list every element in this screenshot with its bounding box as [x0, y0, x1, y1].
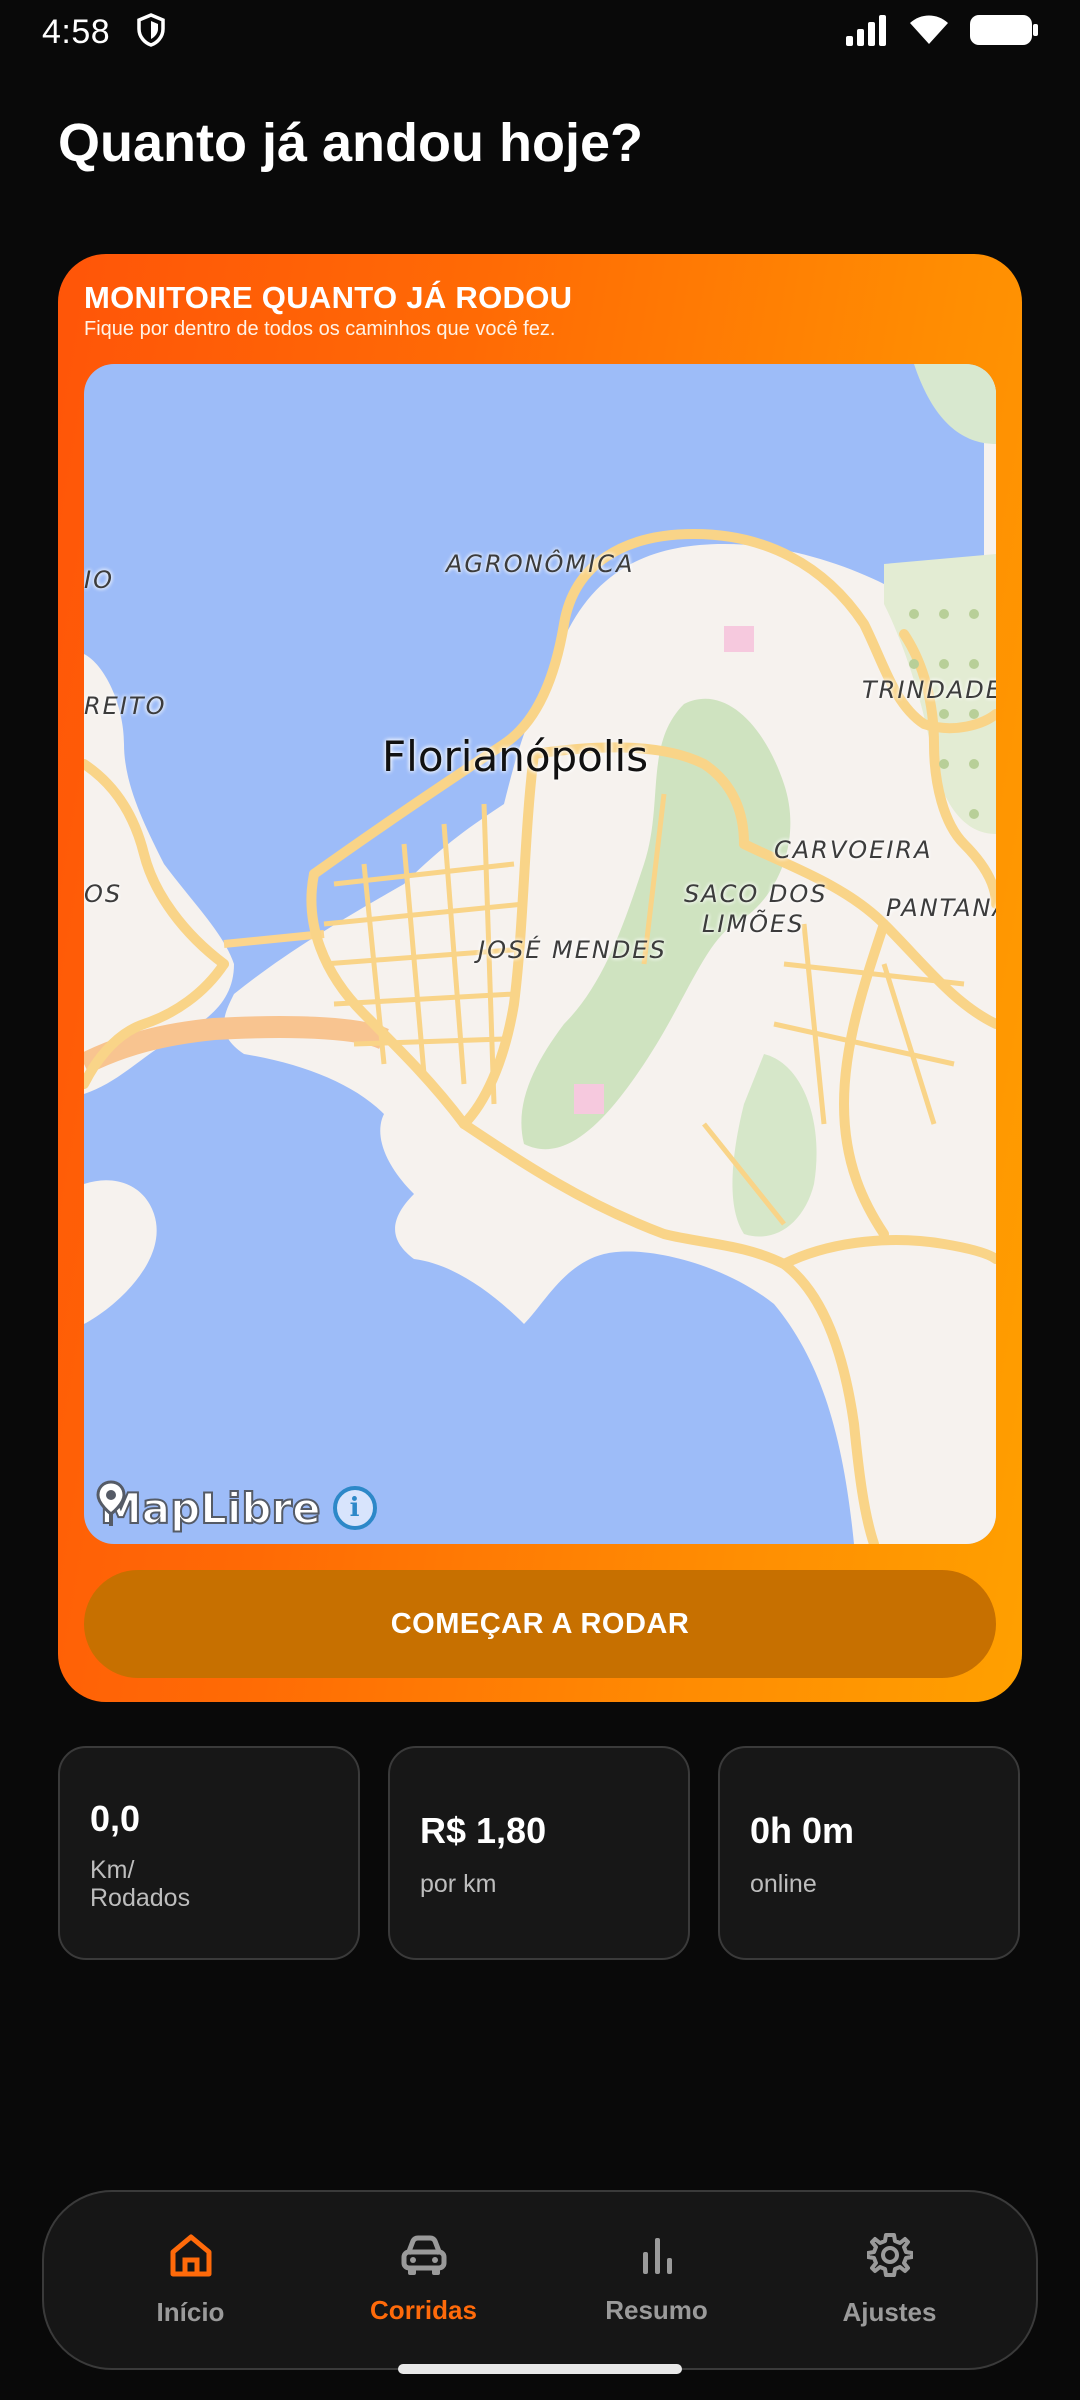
bar-chart-icon	[635, 2234, 679, 2281]
stat-value-rate: R$ 1,80	[420, 1810, 547, 1851]
nav-label-ajustes: Ajustes	[842, 2297, 937, 2327]
status-right	[844, 13, 1040, 52]
route-map[interactable]: AGRONÔMICA IO REITO TRINDADE Florianópol…	[84, 364, 996, 1544]
home-icon	[167, 2232, 215, 2283]
start-driving-button[interactable]: COMEÇAR A RODAR	[84, 1570, 996, 1678]
stat-value-distance: 0,0	[90, 1798, 141, 1839]
gear-icon	[865, 2232, 914, 2283]
page-title: Quanto já andou hoje?	[58, 113, 643, 173]
stat-label-distance-line1: Km/	[90, 1856, 135, 1884]
map-label-carvoeira: CARVOEIRA	[774, 836, 933, 864]
nav-item-ajustes[interactable]: Ajustes	[790, 2220, 990, 2340]
map-spot-pink	[574, 1084, 604, 1114]
stat-label-online-time: online	[750, 1870, 817, 1898]
nav-label-inicio: Início	[156, 2297, 225, 2327]
stat-card-distance: 0,0 Km/ Rodados	[58, 1746, 360, 1960]
map-label-city: Florianópolis	[382, 732, 649, 781]
maplibre-logo-text: MapLibre	[99, 1483, 322, 1534]
map-label-saco-line2: LIMÕES	[702, 910, 805, 938]
map-label-pantanal: PANTANA	[886, 894, 996, 922]
map-label-os: OS	[84, 880, 123, 908]
monitor-card-subtitle: Fique por dentro de todos os caminhos qu…	[84, 318, 556, 340]
signal-icon	[844, 14, 890, 51]
map-label-io: IO	[84, 566, 114, 594]
stat-value-online-time: 0h 0m	[750, 1810, 855, 1851]
home-indicator[interactable]	[398, 2364, 682, 2374]
info-icon[interactable]: i	[332, 1486, 377, 1530]
nav-item-resumo[interactable]: Resumo	[557, 2220, 757, 2340]
status-left: 4:58	[42, 13, 166, 52]
stat-label-distance-line2: Rodados	[90, 1884, 191, 1912]
nav-item-corridas[interactable]: Corridas	[324, 2220, 524, 2340]
nav-label-resumo: Resumo	[605, 2295, 708, 2325]
north-land	[914, 364, 996, 444]
car-icon	[400, 2234, 448, 2281]
bottom-navigation: Início Corridas Resumo Ajustes	[42, 2190, 1038, 2370]
map-label-reito: REITO	[84, 692, 167, 720]
west-land-bottom	[84, 1180, 157, 1324]
nav-label-corridas: Corridas	[370, 2295, 477, 2325]
wifi-icon	[908, 14, 950, 51]
nav-item-inicio[interactable]: Início	[91, 2220, 291, 2340]
map-label-saco-line1: SACO DOS	[684, 880, 828, 908]
map-label-agronomica: AGRONÔMICA	[446, 550, 635, 578]
stat-label-rate: por km	[420, 1870, 497, 1898]
shield-icon	[136, 12, 166, 52]
map-label-trindade: TRINDADE	[862, 676, 996, 704]
status-bar: 4:58	[0, 0, 1080, 64]
monitor-card: MONITORE QUANTO JÁ RODOU Fique por dentr…	[58, 254, 1022, 1702]
maplibre-attribution[interactable]: MapLibre i	[96, 1480, 377, 1536]
stat-card-rate: R$ 1,80 por km	[388, 1746, 690, 1960]
status-time: 4:58	[42, 12, 111, 51]
battery-icon	[968, 13, 1040, 52]
map-label-jose-mendes: JOSÉ MENDES	[478, 936, 667, 964]
map-spot-pink	[724, 626, 754, 652]
monitor-card-title: MONITORE QUANTO JÁ RODOU	[84, 280, 573, 315]
stat-card-online-time: 0h 0m online	[718, 1746, 1020, 1960]
